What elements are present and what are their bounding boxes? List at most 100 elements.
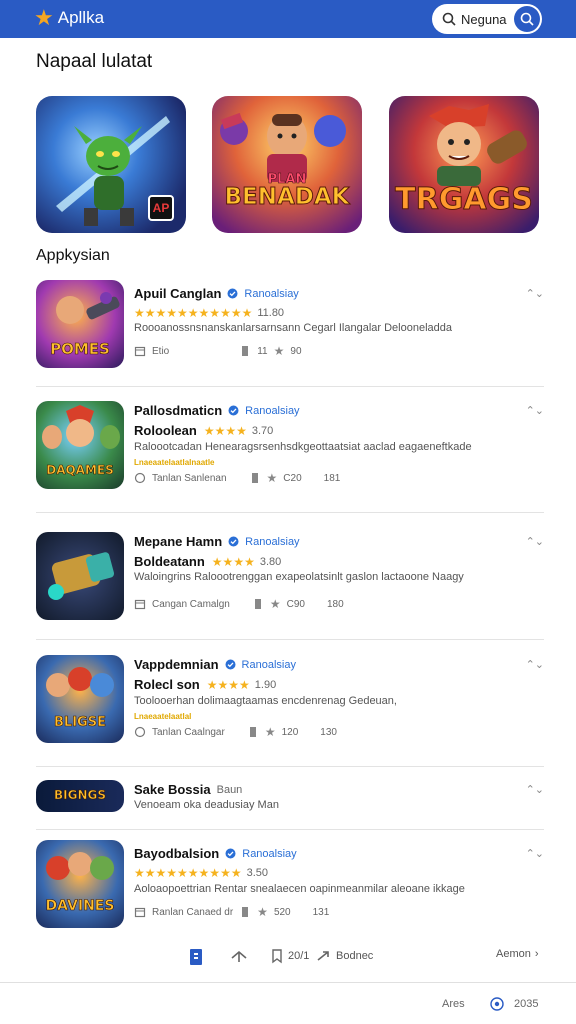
developer-name[interactable]: Ranoalsiay	[245, 405, 299, 417]
rating-value: 11.80	[257, 307, 285, 319]
hero-group-art	[220, 112, 346, 182]
app-tag: Lnaeaatelaatlalnaatle	[134, 458, 215, 467]
home-icon	[190, 949, 202, 965]
nav-updates-label: Bodnec	[336, 950, 374, 962]
inline-note: Baun	[216, 783, 243, 796]
more-icon[interactable]: ⌃⌄	[526, 847, 544, 860]
app-description: Waloingrins Raloootrenggan exapeolatsinl…	[134, 571, 464, 583]
meta-rating: C90	[286, 598, 305, 610]
developer-name[interactable]: Ranoalsiay	[242, 659, 296, 671]
app-name: Pallosdmaticn	[134, 403, 223, 418]
chevron-right-icon: ›	[534, 948, 539, 960]
download-icon	[251, 473, 258, 483]
star-icon: ★	[266, 471, 278, 485]
app-description: Raloootcadan Henearagsrsenhsdkgeottaatsi…	[134, 441, 472, 453]
more-icon[interactable]: ⌃⌄	[526, 535, 544, 548]
app-icon: POMES	[36, 280, 124, 368]
verified-icon	[227, 288, 238, 299]
hero-team-art	[46, 852, 114, 880]
app-list-item[interactable]: BLIGSE Vappdemnian Ranoalsiay ⌃⌄ Rolecl …	[36, 655, 544, 767]
clock-icon	[134, 472, 146, 484]
app-subtitle: Rolecl son	[134, 677, 200, 692]
brand-name: Apllka	[57, 8, 105, 27]
rating-stars: ★★★★	[211, 554, 255, 569]
meta-label: Tanlan Sanlenan	[152, 472, 227, 484]
nav-more-label: Aemon	[496, 948, 531, 960]
meta-label: Cangan Camalgn	[152, 598, 230, 610]
app-description: Aoloaopoettrian Rentar snealaecen oapinm…	[134, 883, 465, 895]
more-icon[interactable]: ⌃⌄	[526, 404, 544, 417]
app-tag: Lnaeaatelaatlal	[134, 712, 192, 721]
footer: Ares 2035	[0, 982, 576, 1024]
featured-card-2[interactable]: PLAN BENADAK	[212, 96, 362, 233]
nav-library-label: 20/1	[288, 950, 310, 962]
nav-library[interactable]: 20/1	[270, 948, 309, 964]
star-icon: ★	[269, 597, 281, 611]
featured-card-1[interactable]: AP	[36, 96, 186, 233]
verified-icon	[225, 659, 236, 670]
featured-card-3[interactable]: TRGAGS	[389, 96, 539, 233]
more-icon[interactable]: ⌃⌄	[526, 287, 544, 300]
meta-rating: 520	[273, 906, 291, 918]
nav-share[interactable]	[230, 948, 248, 964]
search-icon	[442, 12, 456, 26]
rating-stars: ★★★★★★★★★★★	[134, 306, 253, 320]
app-subtitle: Roloolean	[134, 423, 197, 438]
meta-extra: 180	[326, 598, 344, 610]
verified-icon	[225, 848, 236, 859]
download-icon	[242, 346, 249, 356]
account-button[interactable]	[514, 6, 540, 32]
app-list-item[interactable]: BIGNGS Sake Bossia Baun ⌃⌄ Venoeam oka d…	[36, 780, 544, 830]
calendar-icon	[134, 599, 146, 610]
featured-badge: AP	[148, 195, 174, 221]
app-list-item[interactable]: DAVINES Bayodbalsion Ranoalsiay ⌃⌄ ★★★★★…	[36, 840, 544, 935]
featured-card-3-title: TRGAGS	[395, 182, 534, 218]
developer-name[interactable]: Ranoalsiay	[245, 536, 299, 548]
app-list-item[interactable]: POMES Apuil Canglan Ranoalsiay ⌃⌄ ★★★★★★…	[36, 280, 544, 387]
app-subtitle: Boldeatann	[134, 554, 205, 569]
footer-label[interactable]: Ares	[442, 998, 465, 1010]
app-icon: BLIGSE	[36, 655, 124, 743]
app-list-item[interactable]: DAQAMES Pallosdmaticn Ranoalsiay ⌃⌄ Rolo…	[36, 401, 544, 513]
rating-stars: ★★★★	[206, 677, 250, 692]
download-icon	[249, 727, 256, 737]
share-icon	[231, 950, 247, 962]
rating-stars: ★★★★★★★★★★	[134, 866, 242, 880]
brand[interactable]: ★ Apllka	[34, 6, 104, 30]
rating-value: 1.90	[254, 678, 277, 691]
bottom-navigation: 20/1 Bodnec Aemon ›	[0, 940, 576, 976]
account-icon	[520, 12, 534, 26]
search-bar[interactable]: Neguna	[432, 4, 542, 34]
app-list-title: Appkysian	[36, 247, 110, 264]
rating-value: 3.50	[246, 867, 268, 879]
app-name: Vappdemnian	[134, 657, 219, 672]
nav-home[interactable]	[188, 948, 204, 966]
download-icon	[254, 599, 261, 609]
nav-updates[interactable]: Bodnec	[316, 948, 373, 964]
rating-stars: ★★★★	[203, 423, 247, 438]
star-icon: ★	[257, 905, 268, 919]
developer-name[interactable]: Ranoalsiay	[242, 848, 296, 860]
globe-icon[interactable]	[490, 997, 504, 1011]
more-icon[interactable]: ⌃⌄	[526, 783, 544, 796]
featured-card-2-title: BENADAK	[224, 184, 350, 211]
app-icon: DAQAMES	[36, 401, 124, 489]
app-list-item[interactable]: Mepane Hamn Ranoalsiay ⌃⌄ Boldeatann ★★★…	[36, 530, 544, 640]
star-icon: ★	[34, 5, 54, 30]
nav-more[interactable]: Aemon ›	[496, 948, 539, 960]
more-icon[interactable]: ⌃⌄	[526, 658, 544, 671]
app-description: Toolooerhan dolimaagtaamas encdenrenag G…	[134, 695, 397, 707]
search-label: Neguna	[461, 12, 507, 27]
verified-icon	[228, 405, 239, 416]
app-description: Roooanossnsnanskanlarsarnsann Cegarl Ila…	[134, 322, 452, 334]
rating-value: 3.70	[251, 424, 274, 437]
rating-value: 3.80	[259, 555, 282, 568]
app-name: Bayodbalsion	[134, 846, 220, 861]
meta-extra: 130	[320, 726, 337, 738]
meta-label: Tanlan Caalngar	[152, 726, 225, 738]
meta-rating: 90	[290, 345, 302, 357]
star-icon: ★	[264, 725, 276, 739]
clock-icon	[134, 726, 146, 738]
verified-icon	[228, 536, 239, 547]
developer-name[interactable]: Ranoalsiay	[244, 288, 298, 300]
